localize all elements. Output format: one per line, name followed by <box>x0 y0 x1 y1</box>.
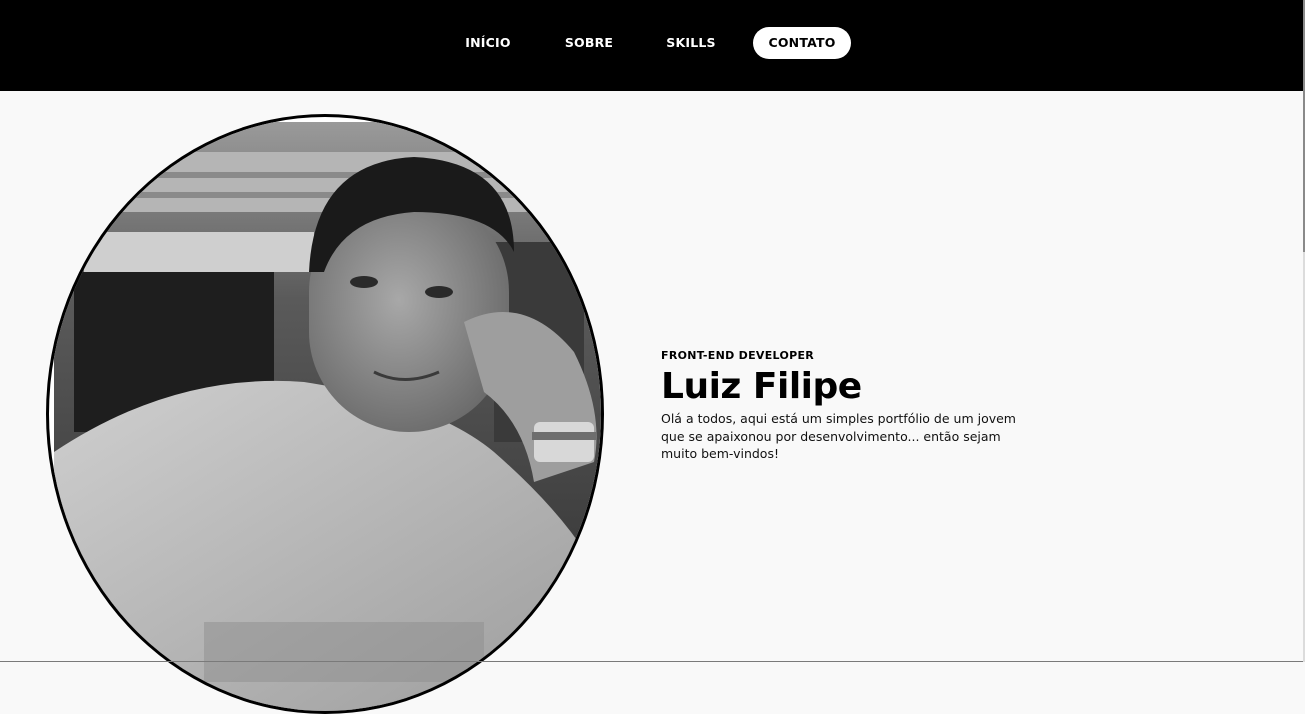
person-name: Luiz Filipe <box>661 364 1041 410</box>
job-title: FRONT-END DEVELOPER <box>661 348 1041 364</box>
nav-menu: INÍCIO SOBRE SKILLS CONTATO <box>0 27 1303 59</box>
nav-item-sobre[interactable]: SOBRE <box>555 27 623 59</box>
profile-photo <box>46 114 604 714</box>
hero-intro: FRONT-END DEVELOPER Luiz Filipe Olá a to… <box>661 348 1041 463</box>
nav-item-skills[interactable]: SKILLS <box>658 27 724 59</box>
intro-paragraph: Olá a todos, aqui está um simples portfó… <box>661 410 1029 463</box>
nav-item-contato[interactable]: CONTATO <box>753 27 851 59</box>
profile-photo-image <box>54 122 602 712</box>
top-navbar: INÍCIO SOBRE SKILLS CONTATO <box>0 0 1303 91</box>
nav-item-inicio[interactable]: INÍCIO <box>455 27 521 59</box>
